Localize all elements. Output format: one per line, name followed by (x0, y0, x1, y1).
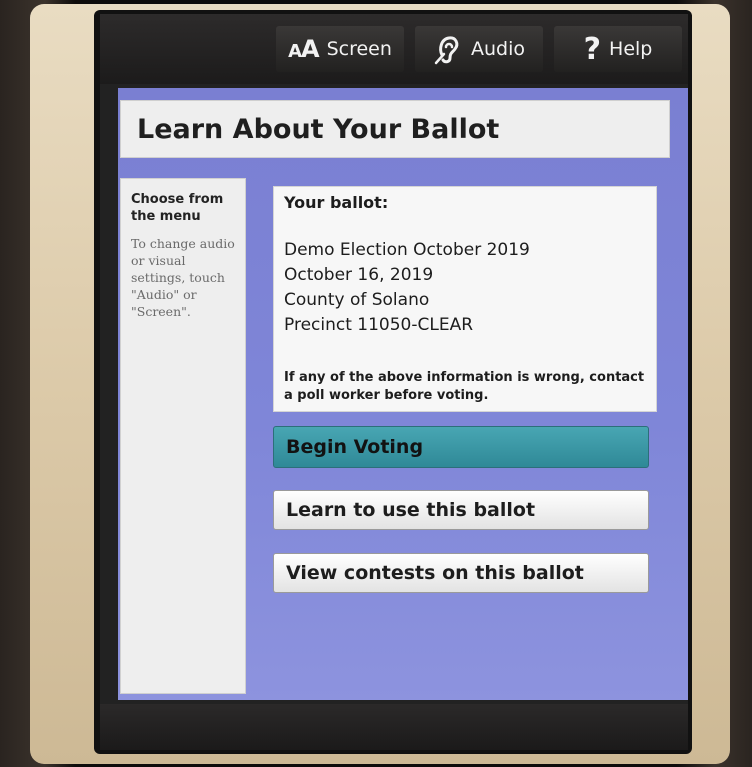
title-bar: Learn About Your Ballot (120, 100, 670, 158)
precinct-name: Precinct 11050-CLEAR (284, 315, 474, 335)
voting-screen: AA Screen Audio ? Help Learn About Your … (100, 14, 688, 750)
ballot-info-heading: Your ballot: (284, 193, 389, 212)
ear-icon (433, 33, 463, 65)
sidebar-heading: Choose from the menu (131, 192, 224, 224)
main-content: Learn About Your Ballot Choose from the … (118, 88, 688, 700)
audio-button-label: Audio (470, 38, 525, 60)
ballot-info-panel: Your ballot: Demo Election October 2019 … (273, 186, 657, 412)
learn-ballot-button[interactable]: Learn to use this ballot (273, 490, 649, 530)
page-title: Learn About Your Ballot (137, 113, 500, 145)
begin-voting-button[interactable]: Begin Voting (273, 426, 649, 468)
election-name: Demo Election October 2019 (284, 240, 530, 260)
help-button-label: Help (609, 38, 653, 60)
bottom-bar (100, 704, 688, 750)
election-date: October 16, 2019 (284, 265, 434, 285)
audio-settings-button[interactable]: Audio (415, 26, 543, 72)
view-contests-button[interactable]: View contests on this ballot (273, 553, 649, 593)
top-toolbar: AA Screen Audio ? Help (100, 14, 688, 84)
screen-settings-button[interactable]: AA Screen (276, 26, 404, 72)
screen-button-label: Screen (326, 38, 392, 60)
info-warning-text: If any of the above information is wrong… (284, 370, 645, 403)
text-size-icon: AA (288, 35, 319, 63)
help-button[interactable]: ? Help (554, 26, 682, 72)
county-name: County of Solano (284, 290, 430, 310)
menu-sidebar: Choose from the menu To change audio or … (120, 178, 246, 694)
question-mark-icon: ? (583, 31, 602, 67)
sidebar-instructions: To change audio or visual settings, touc… (131, 236, 235, 319)
